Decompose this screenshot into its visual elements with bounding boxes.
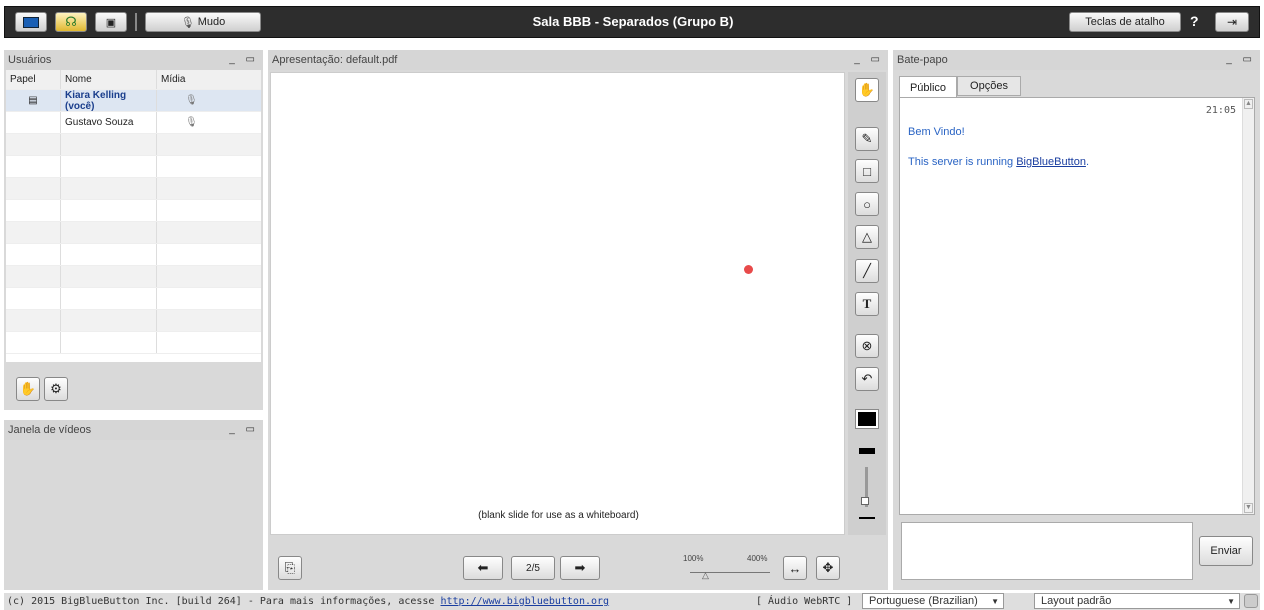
send-button[interactable]: Enviar [1199,536,1253,566]
window-controls[interactable]: _ ▭ [229,424,259,435]
upload-button[interactable]: ⎘ [278,556,302,580]
users-panel-title: Usuários [8,54,52,66]
logout-button[interactable]: ⇥ [1215,12,1249,32]
pan-tool[interactable]: ✋ [855,78,879,102]
chevron-down-icon: ▼ [991,596,999,606]
chevron-down-icon: ▼ [1227,596,1235,606]
color-picker[interactable] [855,409,879,429]
triangle-icon: △ [862,229,872,244]
col-media[interactable]: Mídia [157,70,261,89]
users-table: Papel Nome Mídia ▤ Kiara Kelling (você) … [6,70,261,362]
fit-width-button[interactable]: ↔ [783,556,807,580]
copyright-text: (c) 2015 BigBlueButton Inc. [build 264] … [7,596,610,607]
clear-icon: ⊗ [861,338,873,353]
rectangle-tool[interactable]: □ [855,159,879,183]
welcome-message: Bem Vindo! [908,126,965,138]
thickness-slider-thumb[interactable] [861,497,869,505]
slide-caption: (blank slide for use as a whiteboard) [478,510,639,521]
undo-button[interactable]: ↶ [855,367,879,391]
gear-icon: ⚙ [50,381,62,396]
triangle-tool[interactable]: △ [855,225,879,249]
microphone-icon[interactable]: 🎙 [157,112,261,133]
presenter-icon: ▤ [6,90,61,111]
upload-icon: ⎘ [284,560,296,575]
logout-icon: ⇥ [1226,15,1238,29]
footer: (c) 2015 BigBlueButton Inc. [build 264] … [4,593,1260,610]
hand-icon: ✋ [858,82,876,97]
bigbluebutton-link[interactable]: BigBlueButton [1016,156,1086,168]
text-icon: T [862,296,872,311]
arrow-left-icon: ⬅ [477,560,489,575]
undo-icon: ↶ [861,371,873,386]
arrow-right-icon: ➡ [574,560,586,575]
circle-icon: ○ [863,196,871,212]
window-controls[interactable]: _ ▭ [229,54,259,65]
rectangle-icon: □ [863,163,871,179]
pencil-icon: ✎ [861,131,873,146]
scroll-down-icon[interactable]: ▼ [1244,503,1253,513]
table-row[interactable]: ▤ Kiara Kelling (você) 🎙 [6,90,261,112]
tab-options[interactable]: Opções [957,76,1021,96]
chat-scrollbar[interactable]: ▲ ▼ [1242,98,1254,514]
chat-title: Bate-papo [897,54,948,66]
top-toolbar: ☊ ▣ 🎙 Mudo Sala BBB - Separados (Grupo B)… [4,6,1260,38]
settings-button[interactable]: ⚙ [44,377,68,401]
layout-lock-icon[interactable] [1244,594,1258,608]
layout-select[interactable]: Layout padrão ▼ [1034,593,1240,609]
col-name[interactable]: Nome [61,70,157,89]
video-panel: Janela de vídeos _ ▭ [4,420,263,590]
fit-page-button[interactable]: ✥ [816,556,840,580]
window-controls[interactable]: _ ▭ [1226,54,1256,65]
next-slide-button[interactable]: ➡ [560,556,600,580]
chat-input[interactable] [901,522,1193,580]
window-controls[interactable]: _ ▭ [854,54,884,65]
server-message: This server is running BigBlueButton. [908,156,1089,168]
chat-panel: Bate-papo _ ▭ Público Opções 21:05 Bem Vi… [893,50,1260,590]
tab-public[interactable]: Público [899,76,957,98]
hand-icon: ✋ [19,381,37,396]
zoom-min-label: 100% [683,554,704,563]
users-table-header: Papel Nome Mídia [6,70,261,90]
video-panel-title: Janela de vídeos [8,424,92,436]
line-tool[interactable]: ╱ [855,259,879,283]
ellipse-tool[interactable]: ○ [855,192,879,216]
line-icon: ╱ [863,263,871,278]
whiteboard-canvas[interactable]: (blank slide for use as a whiteboard) [270,72,845,535]
microphone-icon[interactable]: 🎙 [157,90,261,111]
raise-hand-button[interactable]: ✋ [16,377,40,401]
prev-slide-button[interactable]: ⬅ [463,556,503,580]
clear-button[interactable]: ⊗ [855,334,879,358]
language-select[interactable]: Portuguese (Brazilian) ▼ [862,593,1004,609]
users-panel: Usuários _ ▭ Papel Nome Mídia ▤ Kiara Kel… [4,50,263,410]
zoom-max-label: 400% [747,554,768,563]
text-tool[interactable]: T [855,292,879,316]
col-role[interactable]: Papel [6,70,61,89]
cursor-dot [744,265,753,274]
help-button[interactable]: ? [1190,13,1199,29]
footer-link[interactable]: http://www.bigbluebutton.org [440,596,609,607]
pencil-tool[interactable]: ✎ [855,127,879,151]
scroll-up-icon[interactable]: ▲ [1244,99,1253,109]
thickness-indicator [859,448,875,454]
audio-status: [ Áudio WebRTC ] [756,596,853,607]
whiteboard-toolbar: ✋ ✎ □ ○ △ ╱ T ⊗ ↶ [848,72,886,535]
table-row[interactable]: Gustavo Souza 🎙 [6,112,261,134]
page-indicator[interactable]: 2/5 [511,556,555,580]
presentation-title: Apresentação: default.pdf [272,54,398,66]
shortcuts-button[interactable]: Teclas de atalho [1069,12,1181,32]
message-time: 21:05 [1205,105,1236,116]
fit-width-icon: ↔ [788,560,802,576]
move-icon: ✥ [822,560,834,575]
thickness-line [859,517,875,519]
zoom-slider-thumb[interactable]: △ [702,570,709,581]
chat-messages: 21:05 Bem Vindo! This server is running … [899,97,1255,515]
